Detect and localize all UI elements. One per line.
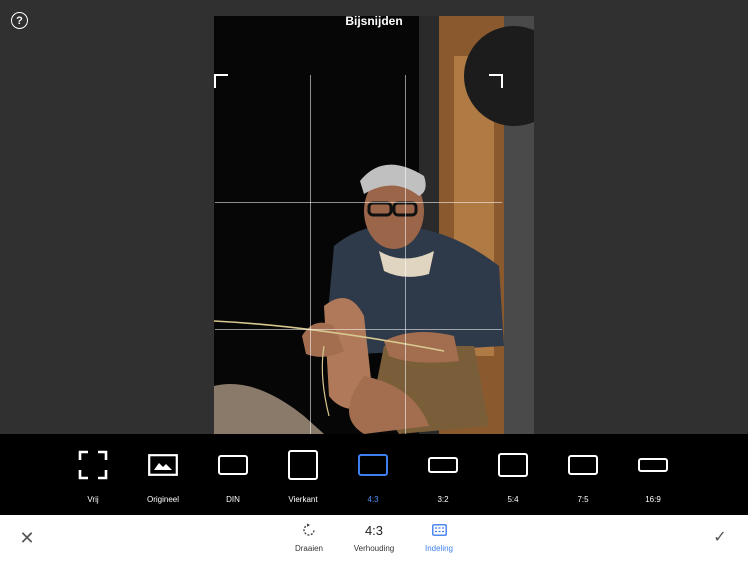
ratio-7-5[interactable]: 7:5 [548,434,618,515]
layout-label: Indeling [424,544,454,553]
close-icon: ✕ [19,528,35,548]
check-icon: ✓ [713,529,727,546]
aspect-ratio-button[interactable]: 4:3 Verhouding [339,520,409,560]
ratio-tool-label: Verhouding [353,544,395,553]
layout-icon [431,524,447,536]
rotate-icon [303,523,315,536]
ratio-original[interactable]: Origineel [128,434,198,515]
ratio-5-4[interactable]: 5:4 [478,434,548,515]
ratio-7-5-icon [568,455,598,475]
ratio-label: Vrij [87,495,99,504]
ratio-4-3-icon [358,454,388,476]
grid-line-h1 [215,202,502,203]
ratio-din[interactable]: DIN [198,434,268,515]
ratio-free[interactable]: Vrij [58,434,128,515]
ratio-label: 5:4 [507,495,519,504]
ratio-4-3[interactable]: 4:3 [338,434,408,515]
image-icon [148,454,178,476]
grid-line-v2 [405,75,406,434]
grid-line-h2 [215,329,502,330]
ratio-value: 4:3 [364,522,384,538]
square-ratio-icon [288,450,318,480]
close-button[interactable]: ✕ [17,528,37,548]
ratio-16-9[interactable]: 16:9 [618,434,688,515]
confirm-button[interactable]: ✓ [710,528,730,548]
free-crop-icon [78,450,108,480]
ratio-label: 4:3 [367,495,379,504]
ratio-label: Origineel [146,495,179,504]
ratio-3-2-icon [428,457,458,473]
ratio-5-4-icon [498,453,528,477]
rotate-button[interactable]: Draaien [274,520,344,560]
ratio-label: 3:2 [437,495,449,504]
ratio-label: DIN [226,495,240,504]
ratio-label: 16:9 [645,495,661,504]
ratio-label: Vierkant [288,495,318,504]
grid-line-v1 [310,75,311,434]
ratio-label: 7:5 [577,495,589,504]
ratio-3-2[interactable]: 3:2 [408,434,478,515]
ratio-16-9-icon [638,458,668,472]
rotate-label: Draaien [294,544,323,553]
help-button[interactable]: ? [11,12,28,29]
crop-handle-top-left[interactable] [214,74,228,88]
page-title: Bijsnijden [345,14,403,28]
din-ratio-icon [218,455,248,475]
bottom-toolbar: ✕ Draaien 4:3 Verhouding Indeling ✓ [0,515,748,561]
crop-handle-top-right[interactable] [489,74,503,88]
crop-frame[interactable] [214,74,503,434]
layout-button[interactable]: Indeling [404,520,474,560]
aspect-ratio-bar: Vrij Origineel DIN Vierkant 4:3 3:2 5:4 … [0,434,748,515]
ratio-square[interactable]: Vierkant [268,434,338,515]
